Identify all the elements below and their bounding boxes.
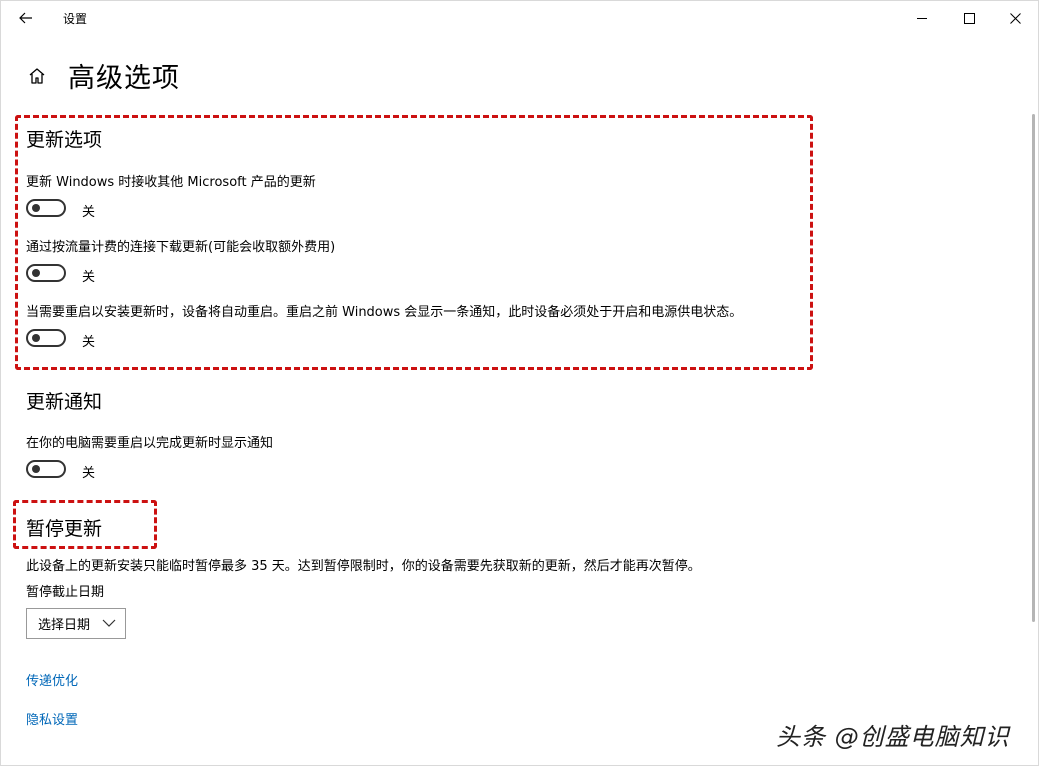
pause-date-label: 暂停截止日期 [26, 585, 105, 600]
toggle-knob [32, 334, 40, 342]
update-notifications-heading: 更新通知 [26, 391, 103, 413]
settings-window: 设置 高级选项 更新选项 更新 Windows 时接收其他 Microsoft … [0, 0, 1039, 766]
restart-notification-toggle[interactable] [26, 460, 66, 478]
chevron-down-icon [102, 619, 116, 627]
back-button[interactable] [13, 6, 39, 30]
home-button[interactable] [26, 65, 48, 87]
page-title: 高级选项 [68, 63, 180, 94]
auto-restart-toggle[interactable] [26, 329, 66, 347]
receive-other-products-toggle[interactable] [26, 199, 66, 217]
watermark-text: 头条 @创盛电脑知识 [776, 723, 1010, 751]
restart-notification-label: 在你的电脑需要重启以完成更新时显示通知 [26, 436, 274, 451]
pause-description: 此设备上的更新安装只能临时暂停最多 35 天。达到暂停限制时，你的设备需要先获取… [26, 559, 701, 574]
back-arrow-icon [19, 12, 32, 24]
scrollbar[interactable] [1032, 114, 1035, 622]
metered-download-label: 通过按流量计费的连接下载更新(可能会收取额外费用) [26, 240, 336, 255]
auto-restart-label: 当需要重启以安装更新时，设备将自动重启。重启之前 Windows 会显示一条通知… [26, 305, 743, 320]
dropdown-value: 选择日期 [38, 618, 91, 633]
minimize-icon [916, 17, 927, 19]
minimize-button[interactable] [899, 1, 945, 35]
close-icon [1009, 12, 1021, 24]
toggle-knob [32, 204, 40, 212]
privacy-settings-link[interactable]: 隐私设置 [26, 709, 78, 728]
maximize-icon [963, 12, 975, 24]
pause-date-dropdown[interactable]: 选择日期 [26, 608, 126, 639]
update-options-heading: 更新选项 [26, 129, 103, 151]
pause-updates-heading: 暂停更新 [26, 518, 103, 540]
maximize-button[interactable] [946, 1, 992, 35]
window-title: 设置 [63, 12, 88, 26]
toggle-knob [32, 269, 40, 277]
restart-notification-state: 关 [82, 466, 96, 481]
home-icon [29, 68, 45, 84]
receive-other-products-state: 关 [82, 205, 96, 220]
toggle-knob [32, 465, 40, 473]
auto-restart-state: 关 [82, 335, 96, 350]
delivery-optimization-link[interactable]: 传递优化 [26, 670, 78, 689]
metered-download-state: 关 [82, 270, 96, 285]
metered-download-toggle[interactable] [26, 264, 66, 282]
close-button[interactable] [992, 1, 1038, 35]
receive-other-products-label: 更新 Windows 时接收其他 Microsoft 产品的更新 [26, 175, 316, 190]
title-bar: 设置 [1, 1, 1038, 35]
